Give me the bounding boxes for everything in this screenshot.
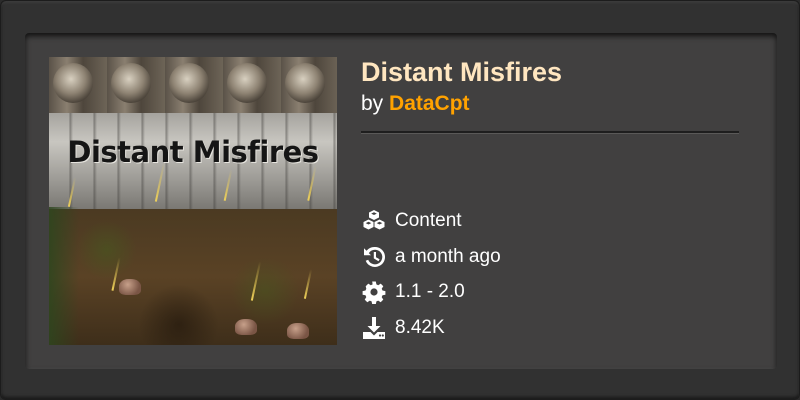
updated-row: a month ago — [361, 243, 501, 271]
thumbnail-biter — [287, 323, 309, 339]
cubes-icon — [361, 208, 387, 234]
mod-title[interactable]: Distant Misfires — [361, 57, 562, 88]
thumbnail-greenery — [49, 207, 79, 345]
downloads-label: 8.42K — [395, 317, 445, 338]
thumbnail-turret — [285, 63, 325, 103]
thumbnail-turret — [169, 63, 209, 103]
versions-label: 1.1 - 2.0 — [395, 281, 465, 302]
downloads-row: 8.42K — [361, 314, 445, 342]
mod-byline: by DataCpt — [361, 92, 470, 116]
mod-card-frame: Distant Misfires Distant Misfires by Dat… — [0, 0, 800, 400]
category-label: Content — [395, 210, 462, 231]
download-icon — [361, 315, 387, 341]
gear-icon — [361, 279, 387, 305]
author-link[interactable]: DataCpt — [389, 92, 470, 115]
mod-thumbnail[interactable]: Distant Misfires — [49, 57, 337, 345]
thumbnail-turret — [227, 63, 267, 103]
history-icon — [361, 244, 387, 270]
divider — [361, 131, 739, 134]
thumbnail-biter — [235, 319, 257, 335]
mod-card[interactable]: Distant Misfires Distant Misfires by Dat… — [25, 33, 777, 369]
updated-label: a month ago — [395, 246, 501, 267]
byline-prefix: by — [361, 92, 384, 115]
thumbnail-turret — [111, 63, 151, 103]
thumbnail-biter — [119, 279, 141, 295]
thumbnail-title-text: Distant Misfires — [67, 135, 319, 169]
category-row[interactable]: Content — [361, 207, 462, 235]
versions-row: 1.1 - 2.0 — [361, 278, 465, 306]
thumbnail-turret — [53, 63, 93, 103]
